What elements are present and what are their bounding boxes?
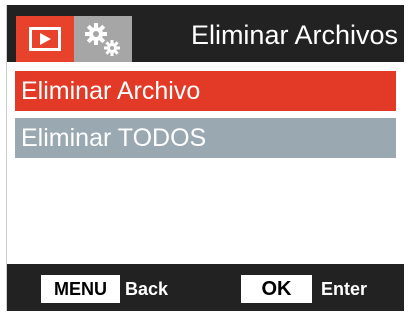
tab-settings[interactable]: [74, 16, 132, 62]
menu-key-button[interactable]: MENU: [41, 275, 120, 303]
playback-icon: [29, 27, 61, 51]
footer-bar: MENU Back OK Enter: [7, 264, 404, 311]
back-label: Back: [125, 279, 169, 299]
menu-item-delete-file[interactable]: Eliminar Archivo: [15, 71, 396, 111]
ok-key-button[interactable]: OK: [241, 275, 312, 303]
tab-playback[interactable]: [16, 16, 74, 62]
dashcam-screen: Eliminar Archivos Eliminar Archivo Elimi…: [6, 5, 404, 311]
enter-label: Enter: [321, 279, 368, 299]
header-bar: Eliminar Archivos: [7, 5, 404, 62]
menu-item-delete-all[interactable]: Eliminar TODOS: [15, 118, 396, 158]
gears-icon: [85, 23, 120, 56]
page-title: Eliminar Archivos: [190, 20, 398, 50]
